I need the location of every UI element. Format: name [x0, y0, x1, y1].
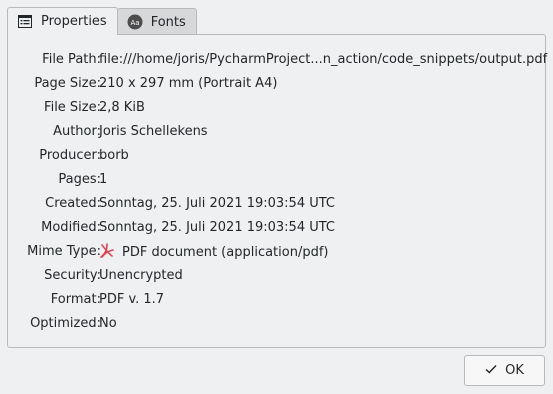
property-label: Pages: — [58, 172, 101, 187]
property-value: Joris Schellekens — [99, 124, 208, 139]
property-row-security: Security: Unencrypted — [8, 267, 545, 285]
property-row-pages: Pages: 1 — [8, 171, 545, 189]
property-value: file:///home/joris/PycharmProject...n_ac… — [99, 52, 548, 67]
property-label: Mime Type: — [27, 244, 101, 259]
property-row-file-size: File Size: 2,8 KiB — [8, 99, 545, 117]
property-value: No — [99, 316, 117, 331]
properties-panel: File Path: file:///home/joris/PycharmPro… — [7, 34, 548, 348]
property-row-author: Author: Joris Schellekens — [8, 123, 545, 141]
property-label: Optimized: — [30, 316, 101, 331]
property-label: Modified: — [41, 220, 101, 235]
property-label: File Path: — [42, 52, 101, 67]
property-label: Page Size: — [34, 76, 101, 91]
property-value-mime: PDF document (application/pdf) — [99, 243, 329, 262]
fonts-icon: Aa — [127, 14, 143, 30]
ok-button-label: OK — [505, 363, 524, 378]
tab-fonts-label: Fonts — [150, 14, 186, 30]
property-value: Sonntag, 25. Juli 2021 19:03:54 UTC — [99, 196, 336, 211]
property-row-file-path: File Path: file:///home/joris/PycharmPro… — [8, 51, 548, 69]
property-value: Sonntag, 25. Juli 2021 19:03:54 UTC — [99, 220, 336, 235]
property-value: 2,8 KiB — [99, 100, 145, 115]
property-value: Unencrypted — [99, 268, 183, 283]
pdf-icon — [99, 243, 115, 259]
property-row-optimized: Optimized: No — [8, 315, 545, 333]
property-value: 210 x 297 mm (Portrait A4) — [99, 76, 278, 91]
mime-type-text: PDF document (application/pdf) — [122, 245, 329, 260]
tab-properties-label: Properties — [41, 14, 107, 29]
property-label: Format: — [50, 292, 101, 307]
property-row-modified: Modified: Sonntag, 25. Juli 2021 19:03:5… — [8, 219, 545, 237]
property-value: borb — [99, 148, 129, 163]
property-row-page-size: Page Size: 210 x 297 mm (Portrait A4) — [8, 75, 545, 93]
svg-text:Aa: Aa — [130, 19, 139, 27]
property-row-format: Format: PDF v. 1.7 — [8, 291, 545, 309]
property-row-created: Created: Sonntag, 25. Juli 2021 19:03:54… — [8, 195, 545, 213]
property-value: PDF v. 1.7 — [99, 292, 165, 307]
property-label: File Size: — [44, 100, 101, 115]
property-value: 1 — [99, 172, 108, 187]
property-label: Producer: — [39, 148, 101, 163]
document-properties-icon — [17, 14, 33, 30]
property-label: Author: — [53, 124, 101, 139]
tab-bar: Properties Aa Fonts — [7, 7, 197, 35]
tab-fonts[interactable]: Aa Fonts — [116, 8, 197, 35]
property-row-mime-type: Mime Type: PDF document (application/pdf… — [8, 243, 545, 261]
tab-properties[interactable]: Properties — [7, 7, 118, 35]
checkmark-icon — [485, 363, 497, 378]
property-label: Created: — [45, 196, 101, 211]
property-label: Security: — [44, 268, 101, 283]
property-row-producer: Producer: borb — [8, 147, 545, 165]
ok-button[interactable]: OK — [464, 355, 545, 386]
